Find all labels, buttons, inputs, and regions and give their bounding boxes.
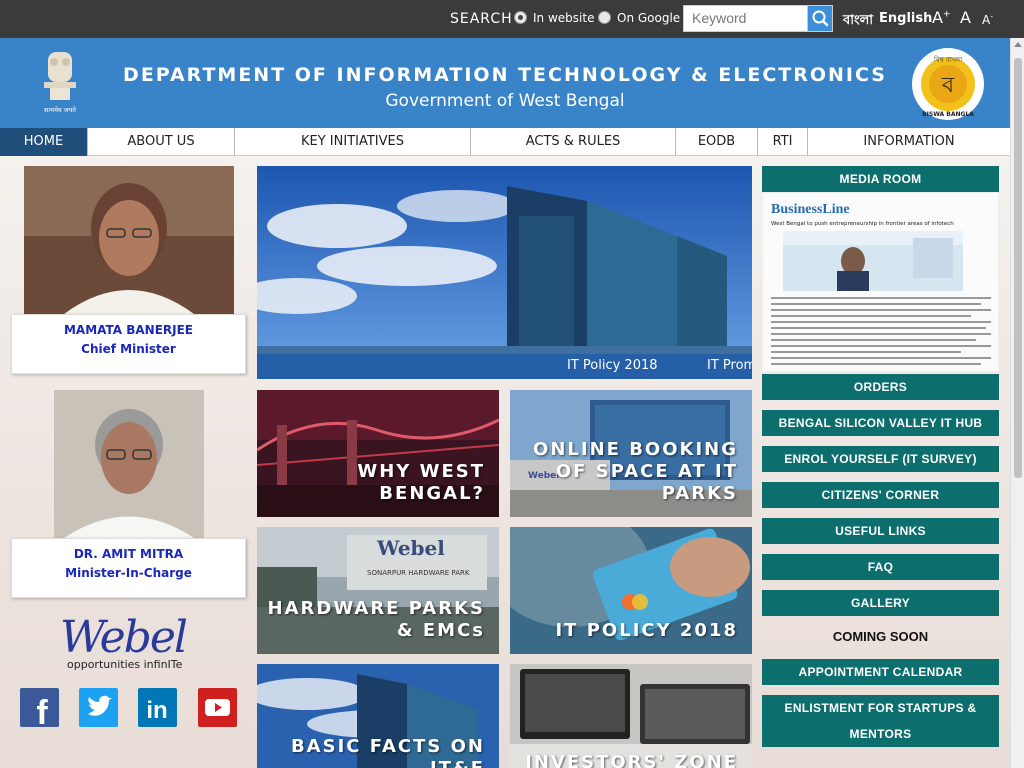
chief-minister-photo [24, 166, 234, 314]
youtube-link[interactable] [198, 688, 237, 727]
logo-top-text: বিশ্ব বাংলা [933, 56, 963, 64]
chief-minister-role: Chief Minister [81, 342, 176, 356]
tile-hardware-parks[interactable]: Webel SONARPUR HARDWARE PARK HARDWARE PA… [257, 527, 499, 654]
font-increase-button[interactable]: A+ [932, 8, 951, 27]
bengal-silicon-valley-button[interactable]: BENGAL SILICON VALLEY IT HUB [762, 410, 999, 436]
tile-sign: SONARPUR HARDWARE PARK [367, 569, 470, 577]
tile-basic-facts[interactable]: BASIC FACTS ON IT&E [257, 664, 499, 768]
language-english-link[interactable]: English [879, 11, 932, 26]
scroll-up-arrow-icon[interactable] [1014, 42, 1022, 47]
search-label: SEARCH [450, 11, 513, 27]
slider-caption[interactable]: IT Prom [707, 358, 752, 373]
tile-sign: Webel [376, 536, 445, 560]
appointment-calendar-button[interactable]: APPOINTMENT CALENDAR [762, 659, 999, 685]
minister-role: Minister-In-Charge [65, 566, 192, 580]
language-bangla-link[interactable]: বাংলা [843, 11, 873, 32]
radio-on-google-label: On Google [617, 11, 681, 25]
tile-label: INVESTORS' ZONE [525, 752, 738, 768]
enlistment-startups-button[interactable]: ENLISTMENT FOR STARTUPS & MENTORS [762, 695, 999, 747]
media-room-button[interactable]: MEDIA ROOM [762, 166, 999, 192]
department-subtitle: Government of West Bengal [385, 91, 625, 111]
twitter-link[interactable] [79, 688, 118, 727]
font-decrease-button[interactable]: A- [982, 12, 993, 27]
scroll-thumb[interactable] [1014, 58, 1022, 478]
faq-button[interactable]: FAQ [762, 554, 999, 580]
nav-item-key-initiatives[interactable]: KEY INITIATIVES [235, 128, 471, 156]
linkedin-icon: in [146, 697, 167, 724]
biswa-bangla-logo[interactable]: ব বিশ্ব বাংলা BISWA BANGLA [912, 48, 984, 120]
nav-item-acts-rules[interactable]: ACTS & RULES [471, 128, 676, 156]
search-button[interactable] [807, 5, 833, 32]
webel-logo[interactable]: Webel opportunities infinITe [60, 612, 200, 674]
tile-label: ONLINE BOOKING OF SPACE AT IT PARKS [533, 439, 738, 504]
tile-online-booking[interactable]: Webel ONLINE BOOKING OF SPACE AT IT PARK… [510, 390, 752, 517]
tile-it-policy-2018[interactable]: IT POLICY 2018 [510, 527, 752, 654]
facebook-link[interactable]: f [20, 688, 59, 732]
linkedin-link[interactable]: in [138, 688, 177, 727]
orders-button[interactable]: ORDERS [762, 374, 999, 400]
tile-investors-zone[interactable]: INVESTORS' ZONE [510, 664, 752, 768]
nav-item-about-us[interactable]: ABOUT US [88, 128, 235, 156]
slider-caption-bar: IT Policy 2018 IT Prom [257, 354, 752, 379]
hero-slider[interactable]: IT Policy 2018 IT Prom [257, 166, 752, 379]
webel-logo-word: Webel [60, 612, 188, 663]
svg-text:in: in [146, 697, 167, 724]
top-search-bar: SEARCH In website On Google Keyword বাংল… [0, 0, 1024, 38]
minister-card[interactable]: DR. AMIT MITRA Minister-In-Charge [11, 538, 246, 598]
radio-in-website[interactable] [514, 11, 527, 24]
tile-label: IT POLICY 2018 [555, 620, 738, 641]
nav-item-information[interactable]: INFORMATION [808, 128, 1010, 156]
enrol-it-survey-button[interactable]: ENROL YOURSELF (IT SURVEY) [762, 446, 999, 472]
chief-minister-name: MAMATA BANERJEE [63, 323, 194, 337]
minister-photo [54, 390, 204, 538]
nav-item-home[interactable]: HOME [0, 128, 88, 156]
radio-in-website-label: In website [533, 11, 595, 25]
keyword-search-input[interactable]: Keyword [683, 5, 807, 32]
tile-label: WHY WEST BENGAL? [357, 461, 485, 504]
logo-text: BISWA BANGLA [922, 111, 974, 118]
svg-text:f: f [36, 694, 48, 727]
youtube-icon [205, 699, 230, 716]
biswa-bangla-logo-icon: ব বিশ্ব বাংলা BISWA BANGLA [921, 56, 975, 118]
search-icon [812, 10, 829, 27]
tile-label: BASIC FACTS ON IT&E [290, 736, 485, 768]
webel-tagline: opportunities infinITe [67, 658, 183, 671]
twitter-icon [88, 695, 112, 716]
nav-item-eodb[interactable]: EODB [676, 128, 758, 156]
slider-caption[interactable]: IT Policy 2018 [567, 358, 658, 373]
facebook-icon: f [36, 694, 48, 732]
main-nav: HOME ABOUT US KEY INITIATIVES ACTS & RUL… [0, 128, 1010, 156]
tile-label: HARDWARE PARKS & EMCs [267, 598, 485, 641]
tile-why-west-bengal[interactable]: WHY WEST BENGAL? [257, 390, 499, 517]
media-headline: West Bengal to push entrepreneurship in … [771, 221, 954, 227]
coming-soon-heading: COMING SOON [832, 629, 929, 644]
useful-links-button[interactable]: USEFUL LINKS [762, 518, 999, 544]
department-title: DEPARTMENT OF INFORMATION TECHNOLOGY & E… [123, 64, 887, 86]
citizens-corner-button[interactable]: CITIZENS' CORNER [762, 482, 999, 508]
media-room-news-clipping[interactable]: BusinessLine West Bengal to push entrepr… [762, 192, 999, 372]
nav-item-rti[interactable]: RTI [758, 128, 808, 156]
chief-minister-card[interactable]: MAMATA BANERJEE Chief Minister [11, 314, 246, 374]
gallery-button[interactable]: GALLERY [762, 590, 999, 616]
site-header: सत्यमेव जयते DEPARTMENT OF INFORMATION T… [0, 38, 1010, 128]
minister-name: DR. AMIT MITRA [73, 547, 184, 561]
svg-text:ব: ব [941, 73, 955, 98]
font-normal-button[interactable]: A [960, 8, 971, 27]
radio-on-google[interactable] [598, 11, 611, 24]
page-scrollbar[interactable] [1010, 38, 1024, 768]
media-masthead: BusinessLine [771, 202, 850, 217]
